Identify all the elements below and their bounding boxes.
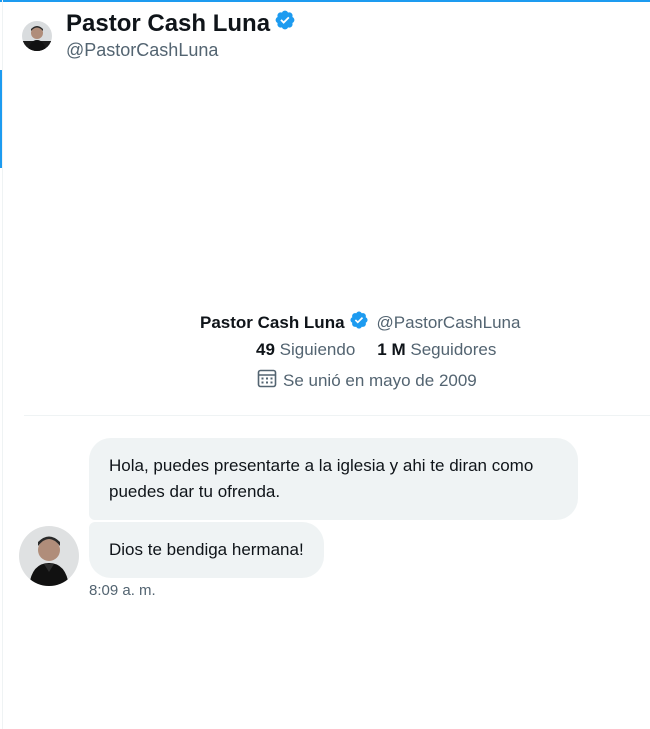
profile-stats: 49 Siguiendo 1 M Seguidores xyxy=(256,340,496,360)
calendar-icon xyxy=(257,368,277,393)
join-date-text: Se unió en mayo de 2009 xyxy=(283,370,477,390)
following-count: 49 xyxy=(256,340,275,359)
focus-top-line xyxy=(0,0,650,2)
verified-badge-icon xyxy=(349,310,369,335)
profile-handle: @PastorCashLuna xyxy=(376,312,521,332)
left-border xyxy=(2,0,3,729)
verified-badge-icon xyxy=(274,9,296,38)
message-timestamp: 8:09 a. m. xyxy=(89,582,156,599)
following-link[interactable]: 49 Siguiendo xyxy=(256,340,355,360)
sender-avatar[interactable] xyxy=(19,526,79,586)
header-name[interactable]: Pastor Cash Luna xyxy=(66,9,296,38)
profile-name[interactable]: Pastor Cash Luna xyxy=(200,313,345,333)
join-date: Se unió en mayo de 2009 xyxy=(257,368,477,393)
followers-link[interactable]: 1 M Seguidores xyxy=(377,340,496,360)
section-divider xyxy=(24,415,650,416)
profile-summary: Pastor Cash Luna @PastorCashLuna xyxy=(200,310,520,335)
header-name-text: Pastor Cash Luna xyxy=(66,9,271,37)
message-bubble-received[interactable]: Dios te bendiga hermana! xyxy=(89,522,324,578)
message-bubble-sent[interactable]: Hola, puedes presentarte a la iglesia y … xyxy=(89,438,578,520)
header-handle: @PastorCashLuna xyxy=(66,40,219,60)
header-avatar[interactable] xyxy=(22,21,52,51)
followers-label: Seguidores xyxy=(410,340,497,359)
followers-count: 1 M xyxy=(377,340,406,359)
following-label: Siguiendo xyxy=(279,340,356,359)
